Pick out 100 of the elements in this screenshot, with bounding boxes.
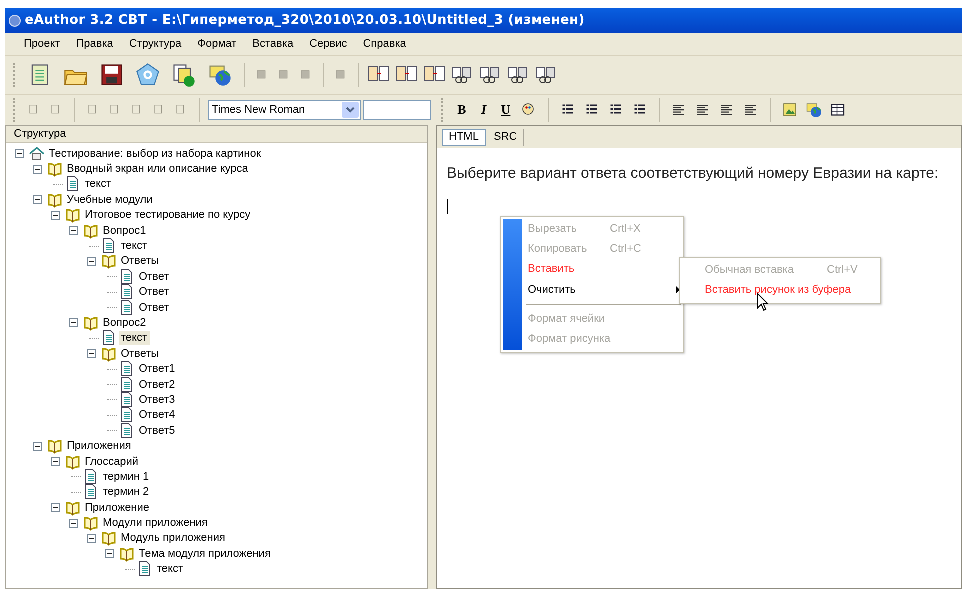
- collapse-icon[interactable]: [69, 318, 78, 328]
- menu-item: Формат рисунка: [528, 332, 611, 348]
- menu-item[interactable]: Сервис: [302, 34, 354, 54]
- collapse-icon[interactable]: [33, 195, 42, 204]
- tree-item[interactable]: Вопрос1: [101, 224, 148, 238]
- collapse-icon[interactable]: [69, 226, 78, 236]
- menu-shortcut: Ctrl+V: [827, 262, 858, 278]
- document-icon: [119, 300, 135, 316]
- menu-item: Вырезать: [528, 222, 578, 237]
- tree-item[interactable]: Ответ4: [137, 408, 178, 422]
- collapse-icon[interactable]: [87, 534, 96, 543]
- tree-item[interactable]: термин 2: [101, 485, 152, 500]
- insert-image-icon[interactable]: [781, 101, 799, 119]
- tree-item[interactable]: Ответ5: [137, 424, 178, 438]
- font-select[interactable]: Times New Roman: [208, 100, 361, 120]
- menu-item[interactable]: Вставить: [528, 261, 610, 278]
- menu-item[interactable]: Проект: [17, 34, 68, 54]
- book-icon: [83, 222, 99, 239]
- tree-item[interactable]: Ответы: [119, 346, 162, 361]
- tree-item[interactable]: Вопрос2: [101, 316, 148, 330]
- underline-button[interactable]: U: [496, 100, 516, 120]
- collapse-icon[interactable]: [51, 210, 60, 220]
- document-icon: [83, 484, 99, 500]
- help-icon[interactable]: [135, 62, 161, 88]
- book-icon: [83, 315, 99, 331]
- collapse-icon[interactable]: [87, 256, 96, 266]
- menu-item[interactable]: Структура: [122, 34, 189, 54]
- document-check-icon[interactable]: [171, 62, 197, 88]
- document-icon: [65, 176, 81, 192]
- book-icon: [101, 346, 117, 362]
- tree-item[interactable]: Приложения: [65, 439, 134, 454]
- text-cursor: [447, 199, 448, 214]
- collapse-icon[interactable]: [15, 149, 24, 158]
- menu-item[interactable]: Очистить: [528, 282, 610, 298]
- collapse-icon[interactable]: [51, 457, 60, 466]
- document-icon: [119, 268, 135, 285]
- tree-item[interactable]: Ответ3: [137, 392, 178, 407]
- collapse-icon[interactable]: [87, 349, 96, 358]
- document-icon: [101, 330, 117, 346]
- font-size-field[interactable]: [363, 100, 431, 120]
- collapse-icon[interactable]: [33, 164, 42, 174]
- tree-item[interactable]: текст: [155, 562, 186, 576]
- editor-tab[interactable]: HTML: [442, 128, 486, 146]
- document-icon: [119, 284, 135, 300]
- menu-item[interactable]: Правка: [69, 34, 120, 54]
- document-icon: [119, 376, 135, 393]
- menu-item: Формат ячейки: [528, 312, 606, 328]
- table-icon[interactable]: [829, 101, 847, 119]
- tree-item[interactable]: Ответ: [137, 270, 172, 284]
- book-icon: [119, 546, 135, 562]
- document-icon: [83, 468, 99, 485]
- tree-item[interactable]: термин 1: [101, 470, 152, 484]
- book-icon: [101, 253, 117, 270]
- document-icon: [119, 361, 135, 378]
- tree-item[interactable]: Итоговое тестирование по курсу: [83, 208, 253, 222]
- book-icon: [65, 454, 81, 470]
- tree-item[interactable]: Модуль приложения: [119, 531, 228, 546]
- app-icon: [9, 14, 21, 26]
- window-title: eAuthor 3.2 CBT - E:\Гиперметод_320\2010\20.03.10\Untitled_3 (изменен): [25, 12, 585, 30]
- tree-item[interactable]: Тестирование: выбор из набора картинок: [47, 146, 264, 161]
- menu-item[interactable]: Формат: [190, 34, 244, 54]
- tree-item[interactable]: Глоссарий: [83, 454, 141, 468]
- document-icon: [119, 392, 135, 408]
- tree-item[interactable]: Вводный экран или описание курса: [65, 162, 250, 176]
- menu-shortcut: Ctrl+C: [610, 242, 642, 258]
- menu-item[interactable]: Вставка: [246, 34, 301, 54]
- book-icon: [101, 530, 117, 546]
- menu-item[interactable]: Вставить рисунок из буфера: [705, 282, 852, 299]
- tree-item[interactable]: Ответ: [137, 300, 172, 315]
- book-icon: [47, 192, 63, 208]
- tree-item[interactable]: Ответ1: [137, 362, 178, 376]
- document-icon: [119, 407, 135, 424]
- panel-title: Структура: [14, 126, 66, 142]
- tree-item[interactable]: текст: [119, 239, 150, 254]
- menu-shortcut: Crtl+X: [610, 222, 641, 237]
- italic-button[interactable]: I: [474, 100, 494, 120]
- tree-item[interactable]: Учебные модули: [65, 192, 155, 207]
- document-icon: [101, 238, 117, 254]
- globe-icon[interactable]: [805, 101, 823, 119]
- house-icon: [29, 146, 45, 162]
- editor-tab[interactable]: SRC: [488, 128, 524, 146]
- bold-button[interactable]: B: [452, 100, 472, 120]
- collapse-icon[interactable]: [105, 549, 114, 558]
- book-icon: [47, 438, 63, 454]
- collapse-icon[interactable]: [33, 442, 42, 451]
- tree-item[interactable]: Ответы: [119, 254, 162, 268]
- tree-item[interactable]: Модули приложения: [101, 516, 210, 530]
- menu-item: Копировать: [528, 242, 588, 258]
- tree-item[interactable]: Тема модуля приложения: [137, 546, 273, 561]
- collapse-icon[interactable]: [69, 518, 78, 528]
- collapse-icon[interactable]: [51, 503, 60, 512]
- tree-item[interactable]: Ответ2: [137, 378, 178, 392]
- tree-item[interactable]: Приложение: [83, 500, 152, 515]
- book-icon: [65, 500, 81, 516]
- tree-item[interactable]: текст: [119, 331, 150, 346]
- document-icon: [119, 422, 135, 439]
- tree-item[interactable]: текст: [83, 177, 114, 192]
- menu-item[interactable]: Справка: [356, 34, 414, 54]
- tree-item[interactable]: Ответ: [137, 285, 172, 300]
- book-icon: [65, 207, 81, 224]
